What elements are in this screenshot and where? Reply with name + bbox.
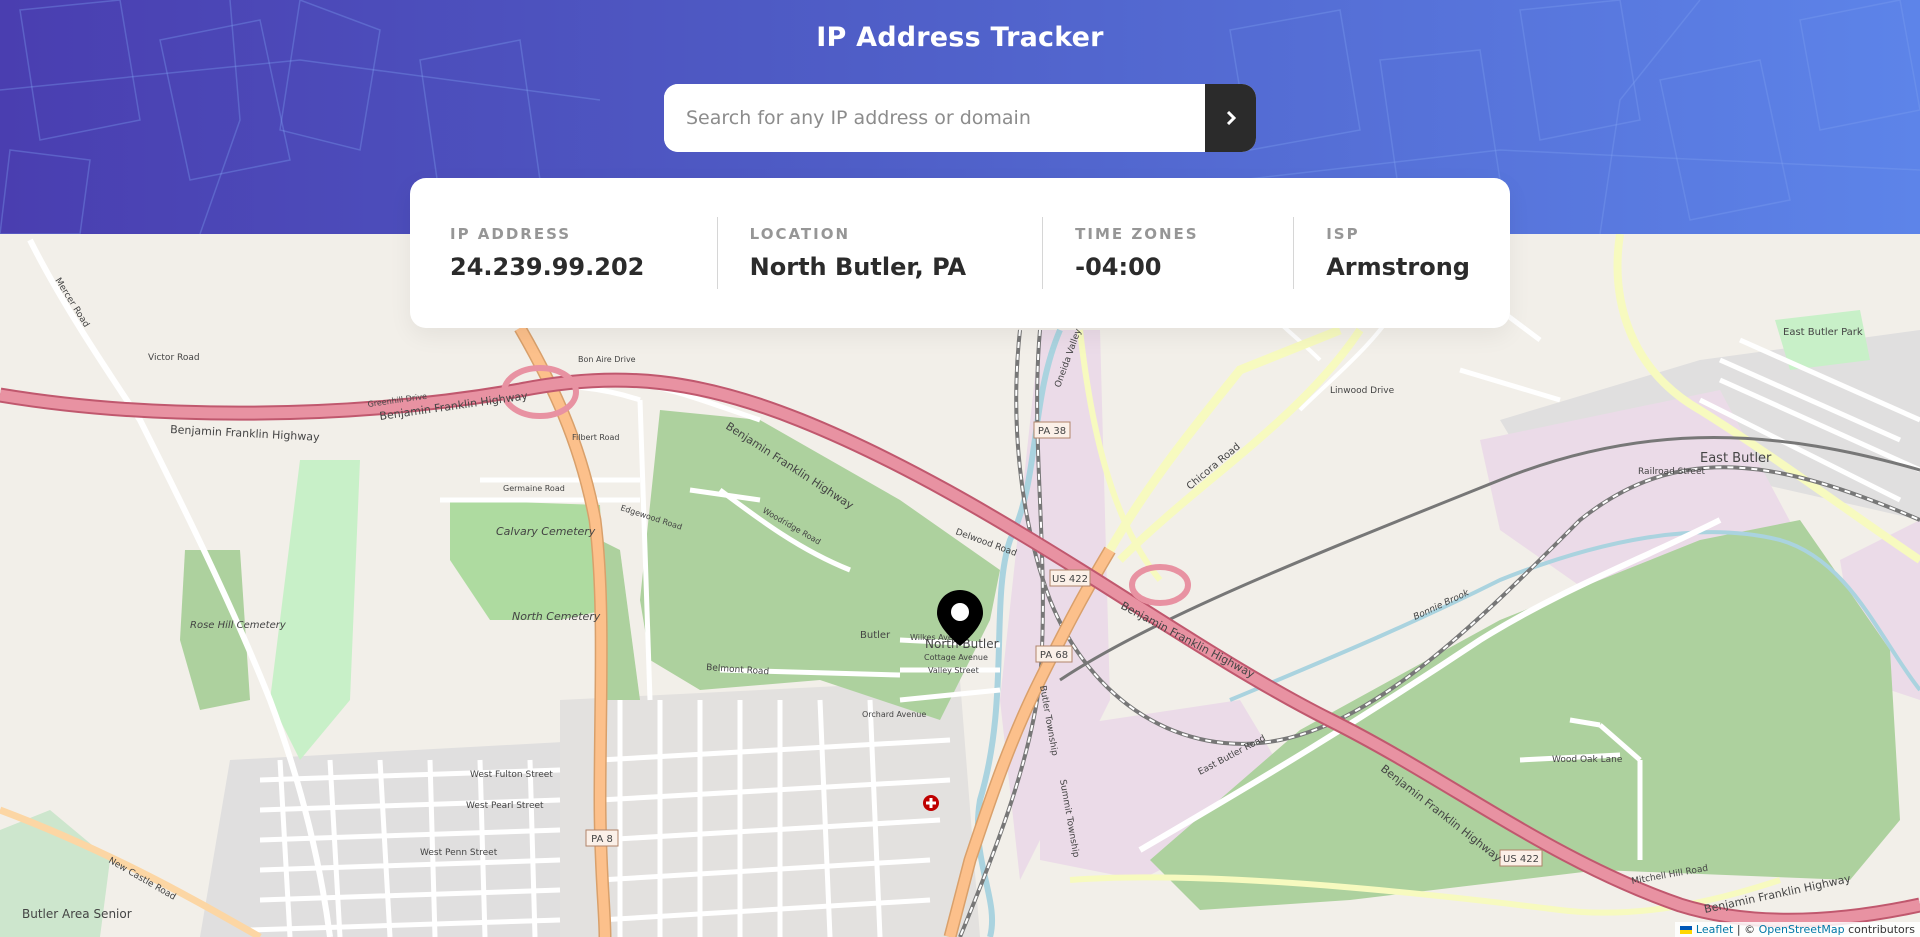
isp-value: Armstrong	[1326, 253, 1470, 281]
ip-address-label: IP ADDRESS	[450, 225, 572, 243]
location-label: LOCATION	[749, 225, 851, 243]
road-label: West Pearl Street	[466, 801, 544, 811]
road-label: Wood Oak Lane	[1552, 755, 1623, 765]
attribution-contributors: contributors	[1844, 923, 1915, 936]
search-input[interactable]	[664, 84, 1205, 152]
timezone-label: TIME ZONES	[1075, 225, 1199, 243]
map-attribution: Leaflet | © OpenStreetMap contributors	[1675, 922, 1920, 937]
isp-block: ISP Armstrong	[1294, 225, 1470, 281]
place-label: Butler Area Senior	[22, 907, 132, 921]
shield-us422: US 422	[1052, 574, 1088, 585]
location-value: North Butler, PA	[749, 253, 967, 281]
ip-address-block: IP ADDRESS 24.239.99.202	[450, 225, 717, 281]
location-block: LOCATION North Butler, PA	[718, 225, 1042, 281]
map-container[interactable]: US 422 US 422 PA 38 PA 68 PA 8 Benjamin …	[0, 234, 1920, 937]
road-label: Bon Aire Drive	[578, 355, 636, 364]
ukraine-flag-icon	[1680, 926, 1693, 934]
road-label: Cottage Avenue	[924, 653, 988, 662]
chevron-right-icon	[1226, 111, 1236, 125]
osm-link[interactable]: OpenStreetMap	[1759, 923, 1845, 936]
road-label: West Fulton Street	[470, 770, 553, 780]
ip-info-card: IP ADDRESS 24.239.99.202 LOCATION North …	[410, 178, 1510, 328]
road-label: Valley Street	[928, 666, 979, 675]
road-label: Germaine Road	[503, 484, 565, 493]
road-label: Orchard Avenue	[862, 710, 926, 719]
shield-pa68: PA 68	[1040, 650, 1068, 661]
cemetery-label: Rose Hill Cemetery	[190, 620, 287, 631]
park-label: East Butler Park	[1783, 327, 1863, 338]
shield-us422: US 422	[1503, 854, 1539, 865]
timezone-block: TIME ZONES -04:00	[1043, 225, 1293, 281]
ip-address-value: 24.239.99.202	[450, 253, 645, 281]
location-pin-icon[interactable]	[935, 588, 985, 648]
road-label: Victor Road	[148, 353, 200, 363]
place-label: East Butler	[1700, 451, 1772, 466]
cemetery-label: Calvary Cemetery	[496, 525, 596, 538]
search-bar	[664, 84, 1256, 152]
road-label: West Penn Street	[420, 848, 498, 858]
road-label: Linwood Drive	[1330, 386, 1395, 396]
page-title: IP Address Tracker	[816, 22, 1104, 53]
attribution-separator: | ©	[1733, 923, 1759, 936]
search-submit-button[interactable]	[1205, 84, 1256, 152]
shield-pa38: PA 38	[1038, 426, 1066, 437]
isp-label: ISP	[1326, 225, 1360, 243]
timezone-value: -04:00	[1075, 253, 1162, 281]
road-label: Railroad Street	[1638, 467, 1705, 477]
road-label: Filbert Road	[572, 433, 620, 442]
map-tiles: US 422 US 422 PA 38 PA 68 PA 8 Benjamin …	[0, 234, 1920, 937]
cemetery-label: North Cemetery	[512, 610, 601, 623]
boundary-label: Butler	[860, 630, 891, 641]
leaflet-link[interactable]: Leaflet	[1696, 923, 1733, 936]
shield-pa8: PA 8	[591, 834, 613, 845]
